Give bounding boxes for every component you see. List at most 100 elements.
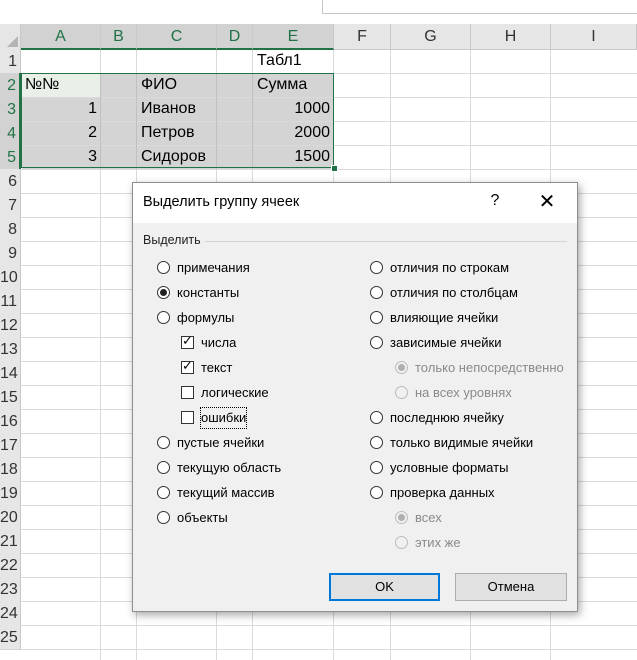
radio-label: объекты — [177, 510, 228, 525]
row-header-2[interactable]: 2 — [0, 73, 21, 98]
checkbox-icon — [181, 411, 194, 424]
column-header-b[interactable]: B — [101, 24, 137, 50]
radio-selected-icon — [157, 286, 170, 299]
row-header-14[interactable]: 14 — [0, 361, 21, 386]
radio-label: проверка данных — [390, 485, 495, 500]
row-header-22[interactable]: 22 — [0, 553, 21, 578]
select-all-corner[interactable] — [0, 24, 21, 50]
radio-icon — [370, 461, 383, 474]
radio-label: всех — [415, 510, 442, 525]
cancel-button[interactable]: Отмена — [455, 573, 567, 601]
row-header-23[interactable]: 23 — [0, 577, 21, 602]
row-header-1[interactable]: 1 — [0, 49, 21, 74]
group-label: Выделить — [143, 233, 201, 247]
formula-input[interactable] — [322, 0, 637, 14]
radio-label: на всех уровнях — [415, 385, 512, 400]
radio-disabled-selected-icon — [395, 511, 408, 524]
radio-label: отличия по столбцам — [390, 285, 518, 300]
dialog-titlebar[interactable]: Выделить группу ячеек ? ✕ — [133, 183, 577, 223]
radio-label: текущую область — [177, 460, 282, 475]
radio-icon — [370, 261, 383, 274]
gridline — [21, 649, 637, 650]
radio-icon — [370, 411, 383, 424]
radio-disabled-selected-icon — [395, 361, 408, 374]
radio-label: условные форматы — [390, 460, 509, 475]
row-header-21[interactable]: 21 — [0, 529, 21, 554]
cell-e1[interactable]: Табл1 — [253, 49, 334, 73]
row-header-10[interactable]: 10 — [0, 265, 21, 290]
radio-label: примечания — [177, 260, 250, 275]
group-divider — [205, 241, 567, 242]
radio-disabled-icon — [395, 536, 408, 549]
fill-handle[interactable] — [331, 165, 338, 172]
checkbox-label: логические — [201, 385, 269, 400]
radio-label: влияющие ячейки — [390, 310, 499, 325]
row-header-15[interactable]: 15 — [0, 385, 21, 410]
radio-label: только непосредственно — [415, 360, 564, 375]
row-header-25[interactable]: 25 — [0, 625, 21, 650]
column-header-f[interactable]: F — [334, 24, 391, 50]
radio-label: константы — [177, 285, 240, 300]
radio-icon — [370, 486, 383, 499]
checkmark-icon: ✓ — [182, 358, 193, 373]
radio-label: только видимые ячейки — [390, 435, 534, 450]
column-header-a[interactable]: A — [21, 24, 101, 50]
row-header-6[interactable]: 6 — [0, 169, 21, 194]
radio-label: текущий массив — [177, 485, 275, 500]
select-all-triangle-icon — [7, 36, 18, 47]
row-header-20[interactable]: 20 — [0, 505, 21, 530]
radio-icon — [157, 261, 170, 274]
radio-icon — [370, 336, 383, 349]
ok-button[interactable]: OK — [329, 573, 440, 601]
go-to-special-dialog: Выделить группу ячеек ? ✕ Выделить приме… — [132, 182, 578, 612]
checkbox-label: числа — [201, 335, 237, 350]
row-header-24[interactable]: 24 — [0, 601, 21, 626]
radio-label: зависимые ячейки — [390, 335, 502, 350]
row-header-12[interactable]: 12 — [0, 313, 21, 338]
radio-dot-icon — [160, 289, 167, 296]
radio-icon — [370, 286, 383, 299]
radio-dot-icon — [398, 364, 405, 371]
row-header-19[interactable]: 19 — [0, 481, 21, 506]
radio-label: пустые ячейки — [177, 435, 265, 450]
checkbox-label: текст — [201, 360, 233, 375]
row-header-7[interactable]: 7 — [0, 193, 21, 218]
checkbox-label: ошибки — [199, 407, 248, 429]
column-header-h[interactable]: H — [471, 24, 551, 50]
gridline — [21, 169, 637, 170]
row-header-4[interactable]: 4 — [0, 121, 21, 146]
radio-icon — [157, 461, 170, 474]
radio-dot-icon — [398, 514, 405, 521]
radio-label: формулы — [177, 310, 235, 325]
gridline — [21, 625, 637, 626]
checkbox-checked-icon: ✓ — [181, 333, 194, 349]
row-header-13[interactable]: 13 — [0, 337, 21, 362]
row-header-9[interactable]: 9 — [0, 241, 21, 266]
checkbox-checked-icon: ✓ — [181, 358, 194, 374]
radio-icon — [157, 486, 170, 499]
row-header-3[interactable]: 3 — [0, 97, 21, 122]
row-header-18[interactable]: 18 — [0, 457, 21, 482]
column-header-c[interactable]: C — [137, 24, 217, 50]
dialog-title: Выделить группу ячеек — [143, 194, 300, 210]
radio-label: последнюю ячейку — [390, 410, 504, 425]
radio-icon — [157, 436, 170, 449]
row-header-16[interactable]: 16 — [0, 409, 21, 434]
help-icon[interactable]: ? — [485, 192, 505, 210]
checkbox-icon — [181, 386, 194, 399]
row-header-11[interactable]: 11 — [0, 289, 21, 314]
close-icon[interactable]: ✕ — [535, 189, 559, 214]
selection-border — [21, 73, 334, 168]
row-header-5[interactable]: 5 — [0, 145, 21, 170]
column-header-e[interactable]: E — [253, 24, 334, 50]
row-header-8[interactable]: 8 — [0, 217, 21, 242]
row-header-17[interactable]: 17 — [0, 433, 21, 458]
column-header-d[interactable]: D — [217, 24, 253, 50]
column-header-i[interactable]: I — [551, 24, 637, 50]
radio-label: отличия по строкам — [390, 260, 510, 275]
radio-disabled-icon — [395, 386, 408, 399]
radio-icon — [157, 511, 170, 524]
radio-icon — [157, 311, 170, 324]
column-header-g[interactable]: G — [391, 24, 471, 50]
radio-icon — [370, 311, 383, 324]
